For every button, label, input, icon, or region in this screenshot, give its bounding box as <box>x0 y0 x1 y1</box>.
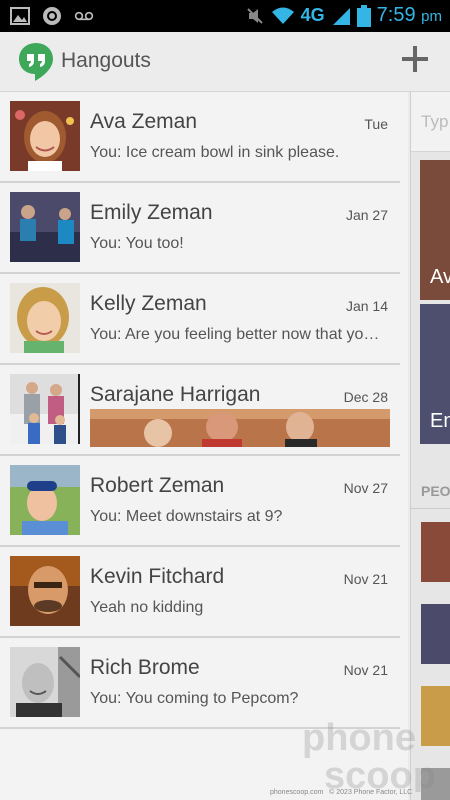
avatar <box>10 192 80 262</box>
mute-icon <box>246 7 263 24</box>
contact-name: Rich Brome <box>90 656 200 679</box>
hangouts-logo-icon[interactable] <box>18 42 54 82</box>
conversation-row[interactable]: Sarajane Harrigan Dec 28 <box>0 365 400 456</box>
message-preview: You: You coming to Pepcom? <box>90 690 299 707</box>
avatar <box>10 101 80 171</box>
timestamp: Nov 21 <box>343 662 388 678</box>
contact-card-label: Av <box>430 266 450 288</box>
timestamp: Jan 27 <box>345 207 388 223</box>
clock: 7:59 pm <box>376 4 442 26</box>
footer-credit: phonescoop.com © 2023 Phone Factor, LLC <box>270 789 412 796</box>
contact-name: Emily Zeman <box>90 201 213 224</box>
divider <box>411 508 450 509</box>
app-title: Hangouts <box>61 49 151 72</box>
sync-notification-icon <box>43 7 61 25</box>
signal-icon <box>332 7 350 25</box>
contact-name: Kelly Zeman <box>90 292 207 315</box>
contact-card[interactable]: Av <box>420 160 450 300</box>
timestamp: Jan 14 <box>345 298 388 314</box>
action-bar: Hangouts <box>0 32 450 92</box>
person-avatar[interactable] <box>421 686 450 746</box>
conversation-row[interactable]: Kevin Fitchard Nov 21 Yeah no kidding <box>0 547 400 638</box>
footer-site: phonescoop.com <box>270 789 324 796</box>
contact-search-field[interactable]: Typ <box>411 92 450 152</box>
person-avatar[interactable] <box>421 522 450 582</box>
contact-name: Ava Zeman <box>90 110 197 133</box>
gallery-notification-icon <box>10 7 30 25</box>
conversation-row[interactable]: Kelly Zeman Jan 14 You: Are you feeling … <box>0 274 400 365</box>
timestamp: Dec 28 <box>343 389 388 405</box>
search-placeholder: Typ <box>421 112 449 131</box>
shared-photo-preview[interactable] <box>90 409 390 447</box>
contact-card[interactable]: Em <box>420 304 450 444</box>
wifi-icon <box>271 7 294 24</box>
conversation-row[interactable]: Emily Zeman Jan 27 You: You too! <box>0 183 400 274</box>
side-panel[interactable]: Typ Av Em PEO <box>410 92 450 800</box>
conversation-row[interactable]: Ava Zeman Tue You: Ice cream bowl in sin… <box>0 92 400 183</box>
contact-name: Sarajane Harrigan <box>90 383 261 406</box>
message-preview: You: Are you feeling better now that you… <box>90 326 386 343</box>
network-type: 4G <box>300 5 325 25</box>
message-preview: You: Ice cream bowl in sink please. <box>90 144 340 161</box>
message-preview: You: Meet downstairs at 9? <box>90 508 283 525</box>
conversation-list[interactable]: Ava Zeman Tue You: Ice cream bowl in sin… <box>0 92 408 800</box>
status-bar: 4G 7:59 pm <box>0 0 450 32</box>
avatar <box>10 283 80 353</box>
message-preview: Yeah no kidding <box>90 599 204 616</box>
people-section-header: PEO <box>421 483 450 499</box>
person-avatar[interactable] <box>421 604 450 664</box>
timestamp: Tue <box>364 116 388 132</box>
contact-card-label: Em <box>430 410 450 432</box>
conversation-row[interactable]: Rich Brome Nov 21 You: You coming to Pep… <box>0 638 400 729</box>
message-preview: You: You too! <box>90 235 184 252</box>
footer-copyright: © 2023 Phone Factor, LLC <box>329 789 413 796</box>
contact-name: Robert Zeman <box>90 474 225 497</box>
avatar <box>10 465 80 535</box>
avatar <box>10 647 80 717</box>
timestamp: Nov 27 <box>343 480 388 496</box>
person-avatar[interactable] <box>421 768 450 800</box>
avatar <box>10 556 80 626</box>
timestamp: Nov 21 <box>343 571 388 587</box>
battery-icon <box>356 4 371 27</box>
avatar <box>10 374 80 444</box>
conversation-row[interactable]: Robert Zeman Nov 27 You: Meet downstairs… <box>0 456 400 547</box>
new-conversation-button[interactable] <box>400 44 430 74</box>
contact-name: Kevin Fitchard <box>90 565 225 588</box>
voicemail-icon <box>74 11 94 21</box>
